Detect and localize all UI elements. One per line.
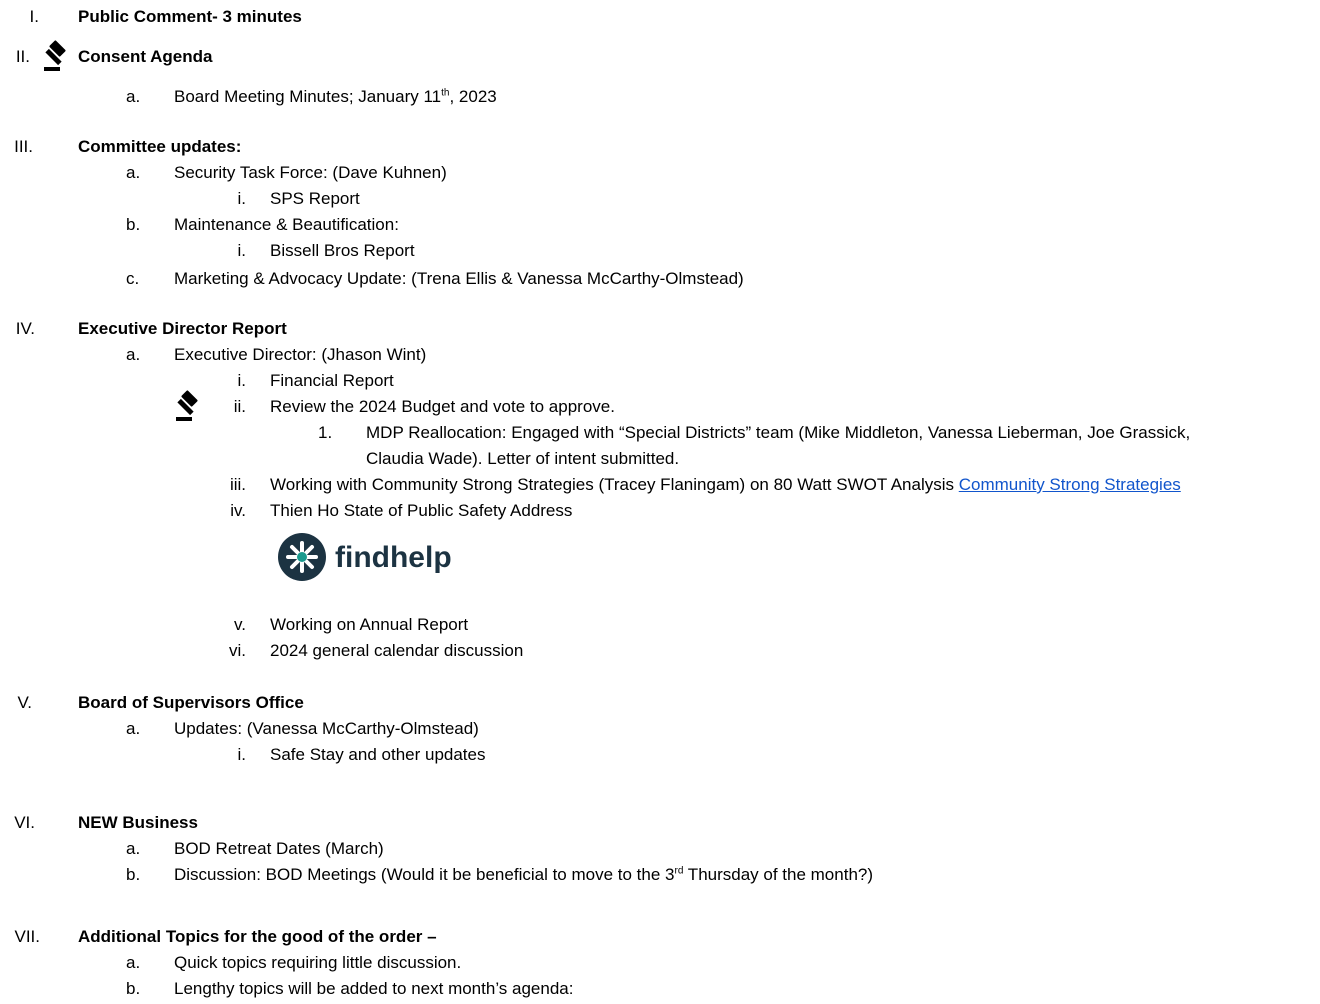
item-marketing-advocacy: Marketing & Advocacy Update: (Trena Elli… [174, 269, 744, 288]
subitem-annual-report: Working on Annual Report [270, 615, 469, 634]
item-marker: a. [126, 839, 141, 858]
subitem-marker: ii. [233, 397, 246, 416]
section-numeral: I. [29, 7, 39, 26]
section-title-public-comment: Public Comment- 3 minutes [78, 7, 302, 26]
item-security-task-force: Security Task Force: (Dave Kuhnen) [174, 163, 447, 182]
item-marker: b. [126, 865, 141, 884]
community-strong-strategies-link[interactable]: Community Strong Strategies [959, 475, 1181, 494]
subsubitem-marker: 1. [318, 423, 333, 442]
section-title-new-business: NEW Business [78, 813, 198, 832]
item-bod-meetings: Discussion: BOD Meetings (Would it be be… [174, 865, 874, 884]
item-marker: a. [126, 345, 141, 364]
subitem-marker: i. [237, 371, 247, 390]
subitem-community-strong: Working with Community Strong Strategies… [270, 475, 1181, 494]
item-lengthy-topics: Lengthy topics will be added to next mon… [174, 979, 574, 998]
findhelp-logo-text: findhelp [335, 541, 452, 574]
item-board-minutes: Board Meeting Minutes; January 11th, 202… [174, 87, 497, 106]
subitem-review-budget: Review the 2024 Budget and vote to appro… [270, 397, 615, 416]
subitem-marker: iv. [230, 501, 246, 520]
findhelp-logo: findhelp [278, 533, 452, 581]
item-marker: b. [126, 979, 141, 998]
subitem-public-safety-address: Thien Ho State of Public Safety Address [270, 501, 573, 520]
section-numeral: III. [14, 137, 33, 156]
subitem-marker: i. [237, 241, 247, 260]
subsubitem-mdp-reallocation-line1: MDP Reallocation: Engaged with “Special … [366, 423, 1191, 442]
item-executive-director: Executive Director: (Jhason Wint) [174, 345, 427, 364]
subitem-marker: iii. [229, 475, 246, 494]
section-numeral: VI. [14, 813, 35, 832]
section-title-board-of-supervisors: Board of Supervisors Office [78, 693, 304, 712]
item-updates: Updates: (Vanessa McCarthy-Olmstead) [174, 719, 479, 738]
item-marker: a. [126, 87, 141, 106]
section-title-consent-agenda: Consent Agenda [78, 47, 213, 66]
item-marker: a. [126, 719, 141, 738]
subitem-calendar-discussion: 2024 general calendar discussion [270, 641, 524, 660]
subitem-marker: i. [237, 745, 247, 764]
subitem-bissell-report: Bissell Bros Report [270, 241, 415, 260]
item-marker: b. [126, 215, 141, 234]
section-title-executive-director-report: Executive Director Report [78, 319, 287, 338]
gavel-icon [176, 390, 198, 421]
item-maintenance: Maintenance & Beautification: [174, 215, 399, 234]
section-title-additional-topics: Additional Topics for the good of the or… [78, 927, 437, 946]
subitem-marker: i. [237, 189, 247, 208]
item-marker: c. [126, 269, 140, 288]
section-numeral: II. [15, 47, 30, 66]
section-numeral: V. [17, 693, 32, 712]
section-numeral: IV. [15, 319, 35, 338]
item-marker: a. [126, 163, 141, 182]
subsubitem-mdp-reallocation-line2: Claudia Wade). Letter of intent submitte… [366, 449, 680, 468]
section-title-committee-updates: Committee updates: [78, 137, 242, 156]
subitem-safe-stay: Safe Stay and other updates [270, 745, 486, 764]
item-marker: a. [126, 953, 141, 972]
subitem-marker: v. [234, 615, 246, 634]
section-numeral: VII. [14, 927, 40, 946]
item-bod-retreat: BOD Retreat Dates (March) [174, 839, 384, 858]
item-quick-topics: Quick topics requiring little discussion… [174, 953, 462, 972]
subitem-marker: vi. [229, 641, 246, 660]
subitem-sps-report: SPS Report [270, 189, 360, 208]
gavel-icon [44, 40, 66, 71]
subitem-financial-report: Financial Report [270, 371, 394, 390]
